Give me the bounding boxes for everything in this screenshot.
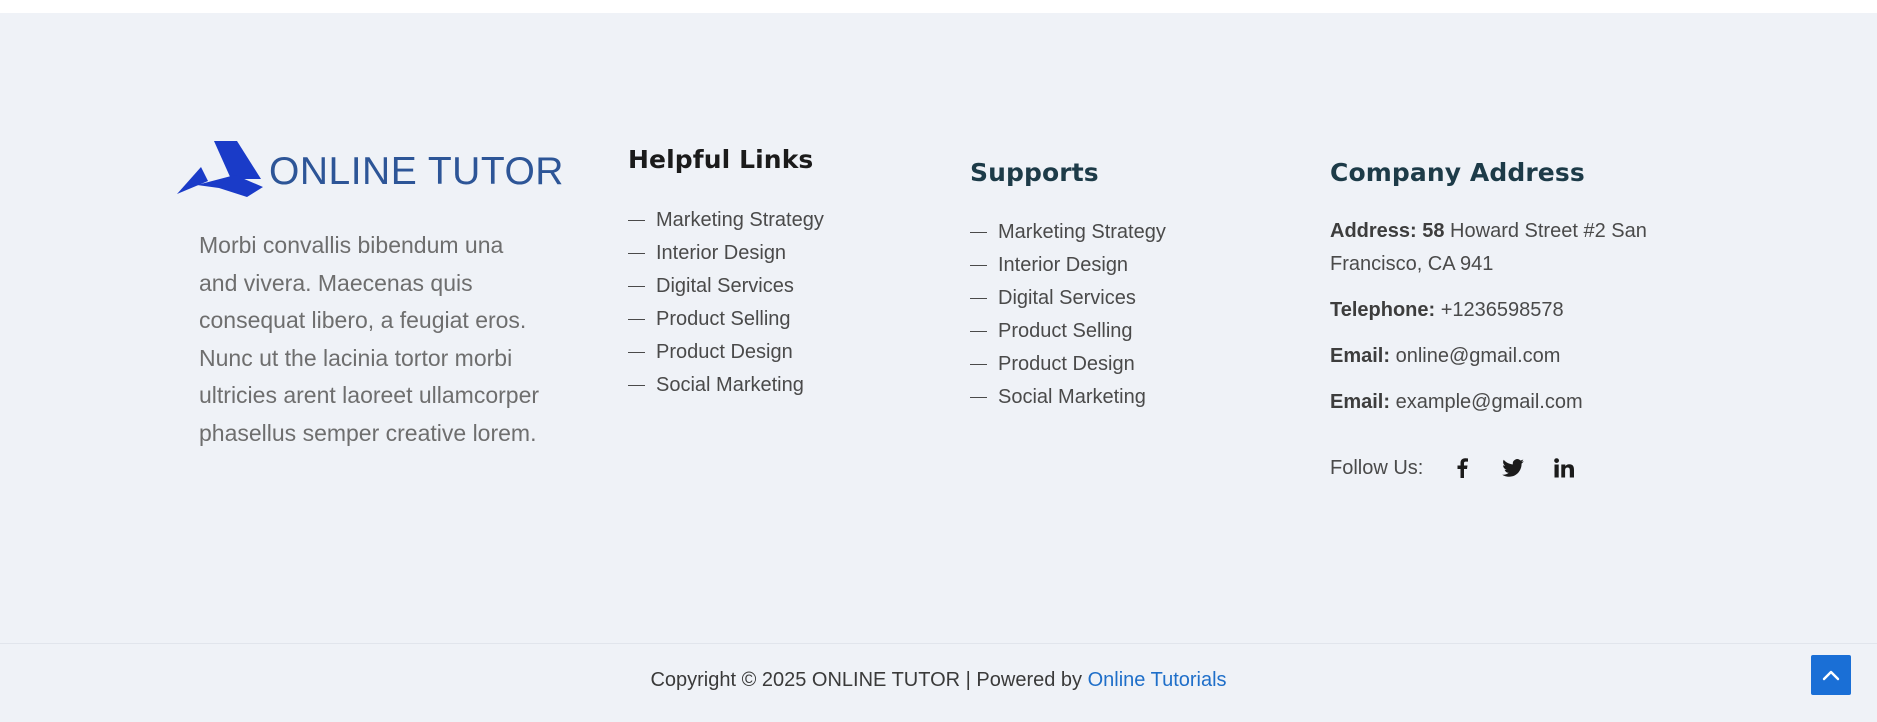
facebook-icon[interactable] [1445,451,1479,485]
support-link-marketing-strategy[interactable]: Marketing Strategy [970,216,1166,249]
chevron-up-icon [1822,670,1840,681]
dash-icon [628,286,645,287]
link-label: Marketing Strategy [656,209,824,231]
dash-icon [628,253,645,254]
logo-text: ONLINE TUTOR [269,149,564,193]
follow-us-label: Follow Us: [1330,456,1424,479]
telephone-text: Telephone: +1236598578 [1330,294,1564,327]
link-label: Product Design [998,353,1135,375]
helpful-link-digital-services[interactable]: Digital Services [628,270,824,303]
telephone-value: +1236598578 [1435,299,1564,321]
powered-by-link[interactable]: Online Tutorials [1088,669,1227,691]
twitter-icon[interactable] [1496,451,1530,485]
support-link-product-selling[interactable]: Product Selling [970,315,1166,348]
dash-icon [970,298,987,299]
email-value: example@gmail.com [1390,391,1583,413]
copyright: Copyright © 2025 ONLINE TUTOR | Powered … [0,664,1877,697]
supports-heading: Supports [970,158,1099,187]
link-label: Digital Services [656,275,794,297]
support-link-social-marketing[interactable]: Social Marketing [970,381,1166,414]
link-label: Social Marketing [998,386,1146,408]
dash-icon [970,331,987,332]
helpful-link-marketing-strategy[interactable]: Marketing Strategy [628,204,824,237]
link-label: Digital Services [998,287,1136,309]
helpful-links-list: Marketing Strategy Interior Design Digit… [628,204,824,402]
email-value: online@gmail.com [1390,345,1561,367]
helpful-link-product-selling[interactable]: Product Selling [628,303,824,336]
linkedin-icon[interactable] [1547,451,1581,485]
support-link-product-design[interactable]: Product Design [970,348,1166,381]
helpful-link-product-design[interactable]: Product Design [628,336,824,369]
helpful-link-interior-design[interactable]: Interior Design [628,237,824,270]
dash-icon [628,220,645,221]
dash-icon [970,232,987,233]
logo-mark-icon [177,141,263,197]
dash-icon [628,352,645,353]
telephone-label: Telephone: [1330,299,1436,321]
helpful-links-heading: Helpful Links [628,145,814,174]
email-label: Email: [1330,391,1391,413]
link-label: Product Design [656,341,793,363]
company-address-heading: Company Address [1330,158,1585,187]
follow-us: Follow Us: [1330,451,1598,485]
footer-bottom-bar: Copyright © 2025 ONLINE TUTOR | Powered … [0,643,1877,722]
dash-icon [970,397,987,398]
email-label: Email: [1330,345,1391,367]
address-label: Address: 58 [1330,220,1445,242]
link-label: Social Marketing [656,374,804,396]
about-text: Morbi convallis bibendum una and vivera.… [199,232,540,446]
site-logo[interactable]: ONLINE TUTOR [177,141,564,197]
link-label: Product Selling [656,308,791,330]
address-text: Address: 58 Howard Street #2 San Francis… [1330,215,1660,281]
footer-main: ONLINE TUTOR Morbi convallis bibendum un… [0,13,1877,643]
dash-icon [628,385,645,386]
link-label: Interior Design [998,254,1129,276]
dash-icon [970,265,987,266]
supports-list: Marketing Strategy Interior Design Digit… [970,216,1166,414]
dash-icon [628,319,645,320]
dash-icon [970,364,987,365]
link-label: Marketing Strategy [998,221,1166,243]
link-label: Product Selling [998,320,1133,342]
scroll-to-top-button[interactable] [1811,655,1851,695]
support-link-interior-design[interactable]: Interior Design [970,249,1166,282]
email-primary-text: Email: online@gmail.com [1330,340,1560,373]
copyright-text: Copyright © 2025 ONLINE TUTOR | Powered … [650,669,1088,691]
support-link-digital-services[interactable]: Digital Services [970,282,1166,315]
link-label: Interior Design [656,242,787,264]
helpful-link-social-marketing[interactable]: Social Marketing [628,369,824,402]
email-secondary-text: Email: example@gmail.com [1330,386,1583,419]
